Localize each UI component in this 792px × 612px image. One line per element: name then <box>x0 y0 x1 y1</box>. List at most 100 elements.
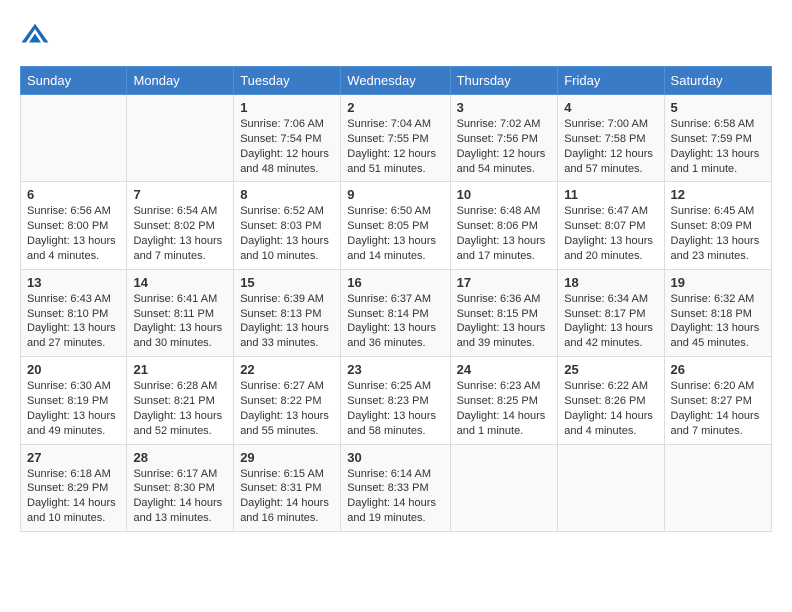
calendar-cell: 20 Sunrise: 6:30 AMSunset: 8:19 PMDayligh… <box>21 357 127 444</box>
calendar-week-row: 20 Sunrise: 6:30 AMSunset: 8:19 PMDayligh… <box>21 357 772 444</box>
day-info: Sunrise: 6:34 AMSunset: 8:17 PMDaylight:… <box>564 292 657 351</box>
calendar-cell <box>21 95 127 182</box>
day-number: 25 <box>564 362 657 377</box>
day-info: Sunrise: 6:27 AMSunset: 8:22 PMDaylight:… <box>240 379 334 438</box>
calendar-cell: 6Sunrise: 6:56 AMSunset: 8:00 PMDaylight… <box>21 182 127 269</box>
day-number: 21 <box>133 362 227 377</box>
calendar-cell: 15 Sunrise: 6:39 AMSunset: 8:13 PMDayligh… <box>234 269 341 356</box>
day-info: Sunrise: 6:43 AMSunset: 8:10 PMDaylight:… <box>27 292 120 351</box>
day-info: Sunrise: 6:20 AMSunset: 8:27 PMDaylight:… <box>671 379 765 438</box>
logo-icon <box>20 20 50 50</box>
calendar-cell: 25Sunrise: 6:22 AMSunset: 8:26 PMDayligh… <box>558 357 664 444</box>
calendar-cell: 18 Sunrise: 6:34 AMSunset: 8:17 PMDayligh… <box>558 269 664 356</box>
day-info: Sunrise: 6:23 AMSunset: 8:25 PMDaylight:… <box>457 379 552 438</box>
day-info: Sunrise: 6:52 AMSunset: 8:03 PMDaylight:… <box>240 204 334 263</box>
day-number: 15 <box>240 275 334 290</box>
calendar-cell <box>664 444 771 531</box>
calendar-cell: 17 Sunrise: 6:36 AMSunset: 8:15 PMDayligh… <box>450 269 558 356</box>
calendar-cell: 3 Sunrise: 7:02 AMSunset: 7:56 PMDaylight… <box>450 95 558 182</box>
calendar-cell: 10 Sunrise: 6:48 AMSunset: 8:06 PMDayligh… <box>450 182 558 269</box>
day-info: Sunrise: 6:28 AMSunset: 8:21 PMDaylight:… <box>133 379 227 438</box>
day-info: Sunrise: 6:37 AMSunset: 8:14 PMDaylight:… <box>347 292 443 351</box>
calendar-cell: 26 Sunrise: 6:20 AMSunset: 8:27 PMDayligh… <box>664 357 771 444</box>
calendar-week-row: 13 Sunrise: 6:43 AMSunset: 8:10 PMDayligh… <box>21 269 772 356</box>
day-number: 26 <box>671 362 765 377</box>
calendar-cell: 13 Sunrise: 6:43 AMSunset: 8:10 PMDayligh… <box>21 269 127 356</box>
day-info: Sunrise: 6:14 AMSunset: 8:33 PMDaylight:… <box>347 467 443 526</box>
calendar-cell: 30Sunrise: 6:14 AMSunset: 8:33 PMDayligh… <box>341 444 450 531</box>
day-number: 19 <box>671 275 765 290</box>
calendar-cell: 22Sunrise: 6:27 AMSunset: 8:22 PMDayligh… <box>234 357 341 444</box>
day-header-saturday: Saturday <box>664 67 771 95</box>
day-number: 1 <box>240 100 334 115</box>
day-info: Sunrise: 6:41 AMSunset: 8:11 PMDaylight:… <box>133 292 227 351</box>
calendar-cell: 5 Sunrise: 6:58 AMSunset: 7:59 PMDaylight… <box>664 95 771 182</box>
day-info: Sunrise: 6:48 AMSunset: 8:06 PMDaylight:… <box>457 204 552 263</box>
day-number: 6 <box>27 187 120 202</box>
day-info: Sunrise: 7:04 AMSunset: 7:55 PMDaylight:… <box>347 117 443 176</box>
day-number: 20 <box>27 362 120 377</box>
day-info: Sunrise: 6:30 AMSunset: 8:19 PMDaylight:… <box>27 379 120 438</box>
day-info: Sunrise: 6:50 AMSunset: 8:05 PMDaylight:… <box>347 204 443 263</box>
day-number: 13 <box>27 275 120 290</box>
day-info: Sunrise: 7:00 AMSunset: 7:58 PMDaylight:… <box>564 117 657 176</box>
day-number: 17 <box>457 275 552 290</box>
calendar-header-row: SundayMondayTuesdayWednesdayThursdayFrid… <box>21 67 772 95</box>
calendar-cell <box>127 95 234 182</box>
day-number: 8 <box>240 187 334 202</box>
calendar-cell: 19 Sunrise: 6:32 AMSunset: 8:18 PMDayligh… <box>664 269 771 356</box>
day-number: 9 <box>347 187 443 202</box>
day-number: 18 <box>564 275 657 290</box>
day-number: 10 <box>457 187 552 202</box>
day-info: Sunrise: 6:18 AMSunset: 8:29 PMDaylight:… <box>27 467 120 526</box>
day-header-friday: Friday <box>558 67 664 95</box>
calendar-cell <box>450 444 558 531</box>
day-number: 11 <box>564 187 657 202</box>
calendar-cell: 14 Sunrise: 6:41 AMSunset: 8:11 PMDayligh… <box>127 269 234 356</box>
day-header-tuesday: Tuesday <box>234 67 341 95</box>
calendar-cell: 29 Sunrise: 6:15 AMSunset: 8:31 PMDayligh… <box>234 444 341 531</box>
day-number: 3 <box>457 100 552 115</box>
calendar-cell: 16 Sunrise: 6:37 AMSunset: 8:14 PMDayligh… <box>341 269 450 356</box>
day-number: 7 <box>133 187 227 202</box>
day-number: 27 <box>27 450 120 465</box>
day-info: Sunrise: 6:32 AMSunset: 8:18 PMDaylight:… <box>671 292 765 351</box>
day-info: Sunrise: 7:02 AMSunset: 7:56 PMDaylight:… <box>457 117 552 176</box>
day-number: 4 <box>564 100 657 115</box>
day-info: Sunrise: 6:36 AMSunset: 8:15 PMDaylight:… <box>457 292 552 351</box>
calendar-cell: 12Sunrise: 6:45 AMSunset: 8:09 PMDayligh… <box>664 182 771 269</box>
day-header-wednesday: Wednesday <box>341 67 450 95</box>
calendar-week-row: 1 Sunrise: 7:06 AMSunset: 7:54 PMDaylight… <box>21 95 772 182</box>
calendar-cell: 11 Sunrise: 6:47 AMSunset: 8:07 PMDayligh… <box>558 182 664 269</box>
day-info: Sunrise: 6:39 AMSunset: 8:13 PMDaylight:… <box>240 292 334 351</box>
day-number: 12 <box>671 187 765 202</box>
calendar-week-row: 6Sunrise: 6:56 AMSunset: 8:00 PMDaylight… <box>21 182 772 269</box>
day-info: Sunrise: 6:47 AMSunset: 8:07 PMDaylight:… <box>564 204 657 263</box>
calendar-table: SundayMondayTuesdayWednesdayThursdayFrid… <box>20 66 772 532</box>
calendar-cell: 9 Sunrise: 6:50 AMSunset: 8:05 PMDaylight… <box>341 182 450 269</box>
calendar-cell: 23 Sunrise: 6:25 AMSunset: 8:23 PMDayligh… <box>341 357 450 444</box>
day-number: 28 <box>133 450 227 465</box>
day-number: 23 <box>347 362 443 377</box>
day-number: 5 <box>671 100 765 115</box>
day-number: 16 <box>347 275 443 290</box>
calendar-cell: 1 Sunrise: 7:06 AMSunset: 7:54 PMDaylight… <box>234 95 341 182</box>
calendar-cell: 2 Sunrise: 7:04 AMSunset: 7:55 PMDaylight… <box>341 95 450 182</box>
calendar-cell: 28 Sunrise: 6:17 AMSunset: 8:30 PMDayligh… <box>127 444 234 531</box>
logo <box>20 20 52 50</box>
day-header-thursday: Thursday <box>450 67 558 95</box>
day-info: Sunrise: 6:25 AMSunset: 8:23 PMDaylight:… <box>347 379 443 438</box>
calendar-week-row: 27 Sunrise: 6:18 AMSunset: 8:29 PMDayligh… <box>21 444 772 531</box>
calendar-cell: 7Sunrise: 6:54 AMSunset: 8:02 PMDaylight… <box>127 182 234 269</box>
day-header-sunday: Sunday <box>21 67 127 95</box>
day-info: Sunrise: 6:17 AMSunset: 8:30 PMDaylight:… <box>133 467 227 526</box>
day-number: 14 <box>133 275 227 290</box>
day-info: Sunrise: 6:58 AMSunset: 7:59 PMDaylight:… <box>671 117 765 176</box>
day-info: Sunrise: 6:15 AMSunset: 8:31 PMDaylight:… <box>240 467 334 526</box>
day-info: Sunrise: 7:06 AMSunset: 7:54 PMDaylight:… <box>240 117 334 176</box>
calendar-cell <box>558 444 664 531</box>
day-number: 2 <box>347 100 443 115</box>
day-number: 29 <box>240 450 334 465</box>
calendar-cell: 24 Sunrise: 6:23 AMSunset: 8:25 PMDayligh… <box>450 357 558 444</box>
day-number: 24 <box>457 362 552 377</box>
